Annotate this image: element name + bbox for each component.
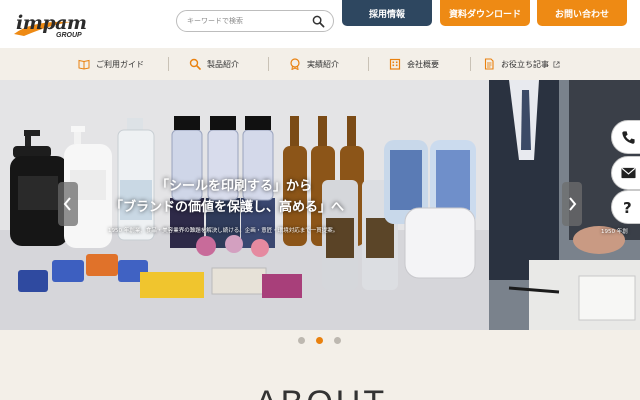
hero-headline-line1: 「シールを印刷する」から	[156, 179, 313, 194]
recruit-button[interactable]: 採用情報	[342, 0, 432, 26]
next-slide-subtext: 1950 年創	[601, 229, 628, 235]
search-icon	[189, 58, 201, 70]
hero-slider: 「シールを印刷する」から 「ブランドの価値を保護し、高める」へ 1950 年創業…	[0, 80, 640, 330]
site-header: impam GROUP 採用情報 資料ダウンロード お問い合わせ	[0, 0, 640, 48]
impam-logo[interactable]: impam GROUP	[12, 12, 92, 40]
nav-item-label: 会社概要	[407, 59, 439, 69]
hero-subtext: 1950 年創業、食品・美容業界の難題を解決し続ける。企画・意匠・環境対応まで一…	[108, 228, 339, 234]
nav-item-label: 実績紹介	[307, 59, 339, 69]
building-icon	[389, 58, 401, 70]
about-section: ABOUT	[0, 352, 640, 400]
svg-text:?: ?	[623, 199, 632, 215]
nav-item-company[interactable]: 会社概要	[389, 48, 439, 80]
nav-item-articles[interactable]: お役立ち記事	[483, 48, 560, 80]
help-icon: ?	[623, 199, 632, 215]
chevron-right-icon	[569, 197, 577, 211]
slider-dot-2[interactable]	[316, 337, 323, 344]
slider-pagination	[0, 330, 640, 352]
hero-headline: 「シールを印刷する」から 「ブランドの価値を保護し、高める」へ	[110, 176, 344, 218]
nav-divider	[368, 57, 369, 71]
nav-item-cases[interactable]: 実績紹介	[289, 48, 339, 80]
search-icon[interactable]	[312, 15, 325, 28]
nav-item-label: 製品紹介	[207, 59, 239, 69]
nav-divider	[470, 57, 471, 71]
download-materials-button[interactable]: 資料ダウンロード	[440, 0, 530, 26]
mail-float-button[interactable]	[611, 156, 640, 190]
slider-prev-button[interactable]	[58, 182, 78, 226]
document-icon	[484, 58, 494, 70]
phone-icon	[622, 130, 635, 144]
search-input[interactable]	[187, 14, 307, 28]
nav-item-label: お役立ち記事	[501, 59, 549, 69]
badge-icon	[290, 58, 300, 70]
mail-icon	[621, 167, 636, 179]
slider-next-button[interactable]	[562, 182, 582, 226]
nav-divider	[168, 57, 169, 71]
contact-button[interactable]: お問い合わせ	[537, 0, 627, 26]
help-float-button[interactable]: ?	[611, 190, 640, 224]
chevron-left-icon	[63, 197, 71, 211]
book-icon	[78, 59, 90, 70]
nav-item-label: ご利用ガイド	[96, 59, 144, 69]
hero-headline-line2: 「ブランドの価値を保護し、高める」へ	[110, 200, 345, 215]
nav-item-products[interactable]: 製品紹介	[189, 48, 239, 80]
phone-float-button[interactable]	[611, 120, 640, 154]
nav-divider	[268, 57, 269, 71]
external-link-icon	[553, 61, 560, 67]
search-box	[176, 10, 334, 32]
main-nav: ご利用ガイド 製品紹介 実績紹介 会社概要 お役立ち記事	[0, 48, 640, 80]
slider-dot-1[interactable]	[298, 337, 305, 344]
slider-dot-3[interactable]	[334, 337, 341, 344]
logo-group-text: GROUP	[56, 32, 82, 39]
nav-item-guide[interactable]: ご利用ガイド	[78, 48, 144, 80]
about-title: ABOUT	[255, 386, 387, 400]
logo-text: impam	[16, 12, 87, 34]
